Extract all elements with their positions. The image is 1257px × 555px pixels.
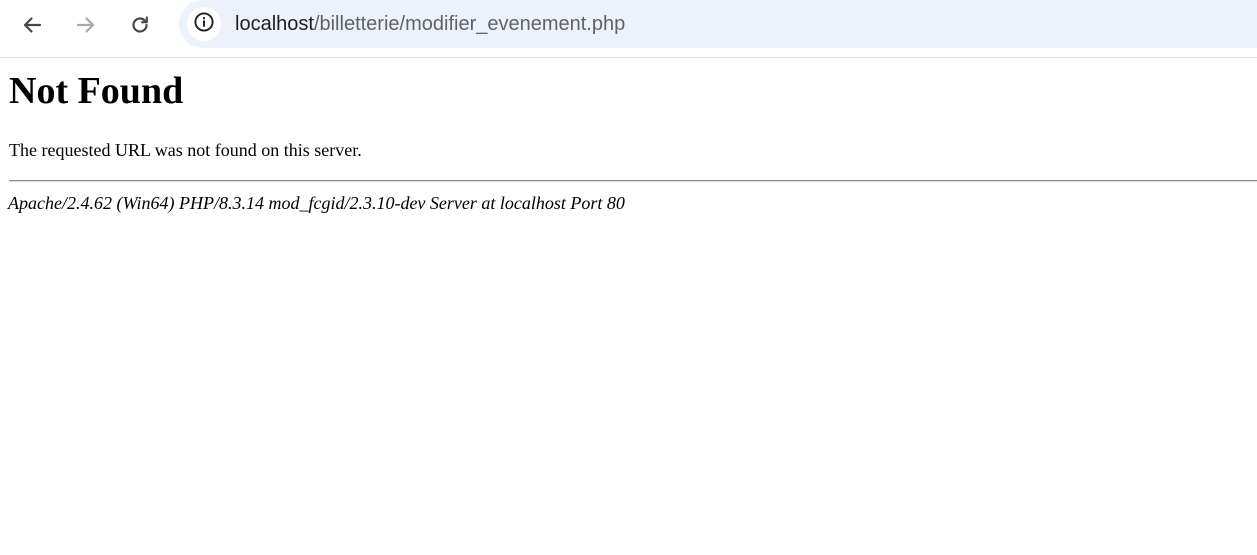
error-message: The requested URL was not found on this … xyxy=(9,140,362,160)
forward-button[interactable] xyxy=(69,8,103,42)
page-title: Not Found xyxy=(9,70,184,112)
url-host: localhost xyxy=(235,13,314,35)
back-button[interactable] xyxy=(15,8,49,42)
browser-toolbar: localhost/billetterie/modifier_evenement… xyxy=(0,0,1257,58)
arrow-left-icon xyxy=(21,14,43,36)
reload-button[interactable] xyxy=(123,8,157,42)
info-icon xyxy=(193,11,215,38)
url-text[interactable]: localhost/billetterie/modifier_evenement… xyxy=(235,11,625,37)
site-info-button[interactable] xyxy=(187,7,221,41)
divider xyxy=(9,180,1257,182)
server-signature: Apache/2.4.62 (Win64) PHP/8.3.14 mod_fcg… xyxy=(8,193,625,213)
address-bar[interactable]: localhost/billetterie/modifier_evenement… xyxy=(179,0,1257,48)
url-path: /billetterie/modifier_evenement.php xyxy=(313,13,626,35)
reload-icon xyxy=(129,14,151,36)
arrow-right-icon xyxy=(75,14,97,36)
